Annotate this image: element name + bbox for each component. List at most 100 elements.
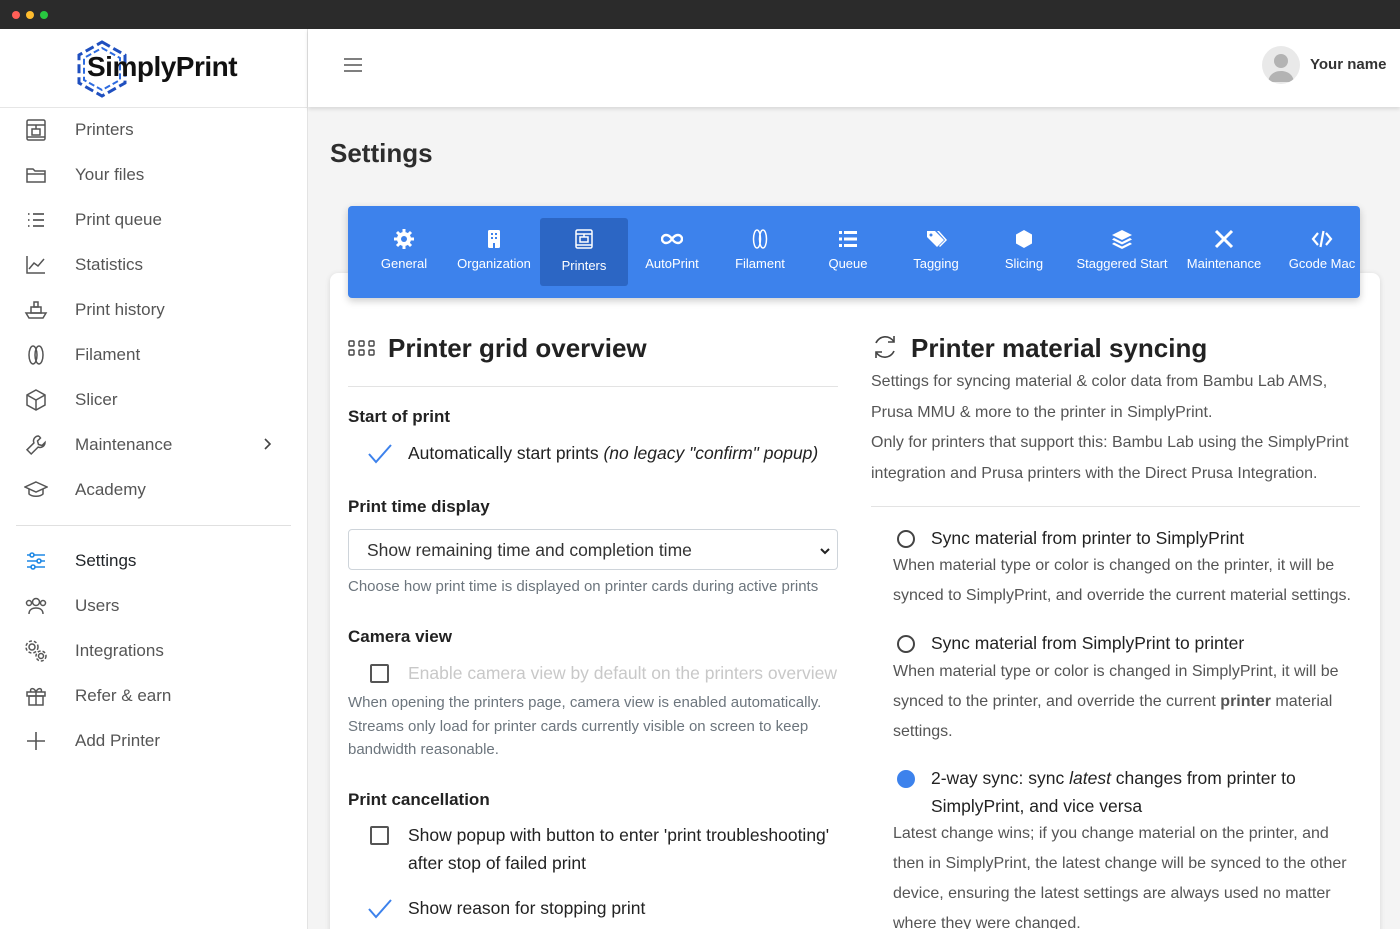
- stop-reason-option: Show reason for stopping print: [408, 898, 646, 918]
- start-of-print-label: Start of print: [348, 407, 450, 426]
- camera-view-label: Camera view: [348, 627, 452, 646]
- printer-icon: [573, 228, 595, 250]
- print-time-label: Print time display: [348, 497, 490, 516]
- sync-printer-to-sp-desc: When material type or color is changed o…: [893, 557, 1351, 604]
- sync-printer-to-sp-radio[interactable]: [897, 530, 915, 548]
- label-text: 2-way sync: sync: [931, 768, 1070, 788]
- sidebar-item-label: Integrations: [75, 641, 164, 660]
- sidebar-item-label: Users: [75, 596, 120, 615]
- sidebar-item-label: Settings: [75, 551, 137, 570]
- tab-filament[interactable]: Filament: [716, 218, 804, 286]
- window-titlebar: [0, 0, 1400, 29]
- sidebar-item-label: Maintenance: [75, 435, 173, 454]
- tags-icon: [925, 228, 947, 250]
- sidebar-item-label: Add Printer: [75, 731, 161, 750]
- tab-printers[interactable]: Printers: [540, 218, 628, 286]
- sidebar-divider: [16, 525, 291, 526]
- user-silhouette-icon: [1268, 54, 1294, 82]
- sidebar-item-label: Print history: [75, 300, 165, 319]
- sidebar-item-slicer[interactable]: Slicer: [0, 377, 307, 422]
- building-icon: [483, 228, 505, 250]
- sidebar-item-label: Academy: [75, 480, 146, 499]
- print-time-help: Choose how print time is displayed on pr…: [348, 578, 819, 595]
- gear-icon: [393, 228, 415, 250]
- two-way-sync-radio[interactable]: [897, 770, 915, 788]
- tab-label: Organization: [457, 256, 531, 271]
- sidebar-item-academy[interactable]: Academy: [0, 467, 307, 512]
- folder-icon: [24, 163, 48, 187]
- sidebar-item-files[interactable]: Your files: [0, 152, 307, 197]
- settings-tabbar: General Organization Printers AutoPrint …: [348, 206, 1360, 298]
- code-icon: [1311, 228, 1333, 250]
- sidebar-item-label: Statistics: [75, 255, 144, 274]
- tab-label: Slicing: [1004, 256, 1044, 271]
- section-divider: [871, 506, 1360, 507]
- chevron-right-icon[interactable]: [258, 435, 276, 453]
- chart-icon: [24, 253, 48, 277]
- user-name[interactable]: Your name: [1310, 56, 1386, 73]
- avatar[interactable]: [1262, 46, 1300, 84]
- sidebar-item-statistics[interactable]: Statistics: [0, 242, 307, 287]
- sidebar-item-printers[interactable]: Printers: [0, 107, 307, 152]
- sidebar-item-settings[interactable]: Settings: [0, 538, 307, 583]
- troubleshooting-popup-checkbox[interactable]: [370, 826, 389, 845]
- tab-maintenance[interactable]: Maintenance: [1178, 218, 1270, 286]
- sync-printer-to-sp-label[interactable]: Sync material from printer to SimplyPrin…: [931, 524, 1244, 552]
- chevron-down-icon: [819, 544, 831, 556]
- tab-gcode-macros[interactable]: Gcode Mac: [1276, 218, 1360, 286]
- close-window-dot[interactable]: [12, 11, 20, 19]
- sidebar-item-integrations[interactable]: Integrations: [0, 628, 307, 673]
- simplyprint-logo[interactable]: SimplyPrint: [72, 39, 242, 99]
- section-divider: [348, 386, 838, 387]
- tab-queue[interactable]: Queue: [804, 218, 892, 286]
- sidebar-item-label: Slicer: [75, 390, 118, 409]
- sync-icon: [871, 333, 899, 361]
- print-time-select[interactable]: Show remaining time and completion time: [348, 529, 838, 570]
- tab-label: Gcode Mac: [1288, 256, 1356, 271]
- sidebar-item-add-printer[interactable]: Add Printer: [0, 718, 307, 763]
- sidebar-item-refer[interactable]: Refer & earn: [0, 673, 307, 718]
- sidebar-item-queue[interactable]: Print queue: [0, 197, 307, 242]
- sidebar: SimplyPrint Printers Your files Print qu…: [0, 29, 308, 929]
- tab-organization[interactable]: Organization: [450, 218, 538, 286]
- tab-slicing[interactable]: Slicing: [980, 218, 1068, 286]
- sidebar-item-users[interactable]: Users: [0, 583, 307, 628]
- camera-view-option: Enable camera view by default on the pri…: [408, 663, 837, 683]
- two-way-sync-label[interactable]: 2-way sync: sync latest changes from pri…: [931, 764, 1351, 820]
- material-sync-desc-2: Only for printers that support this: Bam…: [871, 434, 1349, 482]
- tab-autoprint[interactable]: AutoPrint: [628, 218, 716, 286]
- ship-icon: [24, 298, 48, 322]
- sync-sp-to-printer-radio[interactable]: [897, 635, 915, 653]
- layers-icon: [1111, 228, 1133, 250]
- label-em: latest: [1069, 768, 1111, 788]
- material-sync-desc-1: Settings for syncing material & color da…: [871, 373, 1328, 421]
- sidebar-item-label: Refer & earn: [75, 686, 172, 705]
- grid-overview-title: Printer grid overview: [388, 333, 647, 363]
- maximize-window-dot[interactable]: [40, 11, 48, 19]
- auto-start-option[interactable]: Automatically start prints (no legacy "c…: [408, 439, 818, 467]
- checkmark-icon[interactable]: [367, 898, 393, 920]
- camera-view-checkbox[interactable]: [370, 664, 389, 683]
- sync-sp-to-printer-desc: When material type or color is changed i…: [893, 657, 1363, 747]
- print-cancellation-label: Print cancellation: [348, 790, 490, 809]
- tab-label: General: [380, 256, 428, 271]
- sidebar-item-label: Print queue: [75, 210, 162, 229]
- hamburger-menu-icon[interactable]: [344, 56, 362, 74]
- tab-staggered-start[interactable]: Staggered Start: [1068, 218, 1176, 286]
- tab-label: Staggered Start: [1076, 256, 1168, 271]
- sidebar-item-label: Your files: [75, 165, 145, 184]
- sliders-icon: [24, 549, 48, 573]
- wrench-icon: [24, 433, 48, 457]
- sync-sp-to-printer-label[interactable]: Sync material from SimplyPrint to printe…: [931, 629, 1244, 657]
- tab-general[interactable]: General: [360, 218, 448, 286]
- sidebar-item-filament[interactable]: Filament: [0, 332, 307, 377]
- tab-tagging[interactable]: Tagging: [892, 218, 980, 286]
- graduation-cap-icon: [23, 478, 49, 502]
- auto-start-note: (no legacy "confirm" popup): [603, 443, 819, 463]
- sidebar-item-history[interactable]: Print history: [0, 287, 307, 332]
- sidebar-item-maintenance[interactable]: Maintenance: [0, 422, 307, 467]
- cube-icon: [24, 388, 48, 412]
- minimize-window-dot[interactable]: [26, 11, 34, 19]
- checkmark-icon[interactable]: [367, 443, 393, 465]
- gears-icon: [24, 639, 48, 663]
